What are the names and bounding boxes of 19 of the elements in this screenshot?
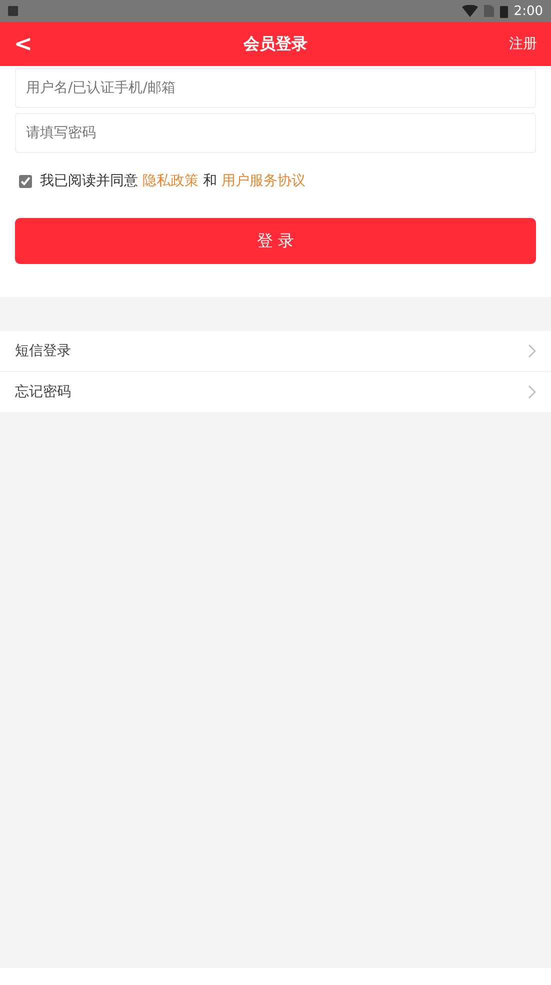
status-time: 2:00 bbox=[514, 4, 543, 18]
terms-link[interactable]: 用户服务协议 bbox=[221, 173, 306, 189]
password-field[interactable]: 请填写密码 bbox=[15, 113, 536, 153]
page-title: 会员登录 bbox=[242, 34, 308, 54]
chevron-icon bbox=[528, 385, 536, 399]
agreement-text: 我已阅读并同意 隐私政策 和 用户服务协议 bbox=[40, 172, 306, 190]
wifi-icon bbox=[462, 5, 478, 17]
agreement-checkbox[interactable] bbox=[19, 174, 32, 188]
login-button[interactable]: 登 录 bbox=[15, 218, 536, 264]
menu-item[interactable]: 忘记密码 bbox=[0, 371, 551, 412]
chevron-icon bbox=[528, 344, 536, 358]
battery-icon bbox=[500, 4, 508, 18]
privacy-link[interactable]: 隐私政策 bbox=[142, 173, 198, 189]
back-button[interactable]: < bbox=[14, 32, 74, 56]
menu-item[interactable]: 短信登录 bbox=[0, 331, 551, 371]
sim-icon bbox=[484, 5, 494, 17]
register-link[interactable]: 注册 bbox=[477, 35, 537, 53]
notification-icon bbox=[8, 6, 18, 16]
username-field[interactable]: 用户名/已认证手机/邮箱 bbox=[15, 68, 536, 108]
